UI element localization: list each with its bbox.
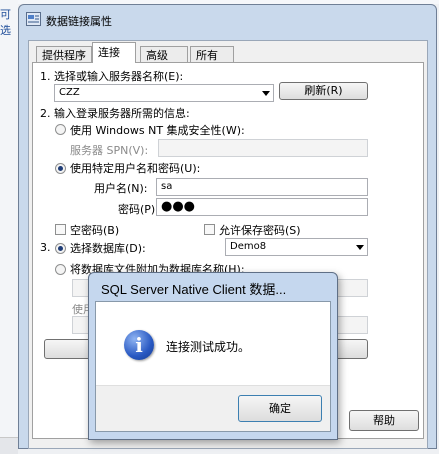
dialog-title: 数据链接属性: [46, 15, 112, 28]
select-database-radio[interactable]: [55, 243, 66, 254]
blank-password-label[interactable]: 空密码(B): [70, 222, 119, 238]
password-input[interactable]: ●●●: [156, 198, 368, 216]
step3-number: 3.: [40, 241, 51, 254]
refresh-label: 刷新(R): [304, 84, 343, 97]
step2-label: 2. 输入登录服务器所需的信息:: [40, 107, 190, 120]
attach-file-radio[interactable]: [55, 264, 66, 275]
blank-password-checkbox[interactable]: [55, 224, 66, 235]
server-name-combo[interactable]: CZZ: [54, 84, 274, 102]
tab-advanced[interactable]: 高级: [140, 46, 188, 63]
username-input[interactable]: sa: [156, 178, 368, 196]
windows-auth-label[interactable]: 使用 Windows NT 集成安全性(W):: [70, 122, 245, 138]
dialog-title-bar[interactable]: 数据链接属性: [19, 5, 436, 35]
select-database-label[interactable]: 选择数据库(D):: [70, 240, 146, 256]
message-box-title[interactable]: SQL Server Native Client 数据...: [101, 279, 286, 298]
background-scrollbar[interactable]: [0, 437, 18, 454]
message-box-footer: 确定: [96, 385, 330, 431]
ok-label: 确定: [269, 402, 291, 415]
refresh-button[interactable]: 刷新(R): [279, 82, 368, 100]
data-link-app-icon: [26, 12, 41, 26]
tab-connection[interactable]: 连接: [92, 42, 136, 63]
tab-all[interactable]: 所有: [190, 46, 234, 63]
username-label: 用户名(N):: [94, 182, 148, 195]
windows-auth-radio[interactable]: [55, 124, 66, 135]
info-icon: i: [124, 330, 154, 360]
password-value: ●●●: [161, 199, 196, 214]
help-label: 帮助: [373, 414, 395, 427]
server-name-value: CZZ: [59, 87, 80, 98]
password-label: 密码(P):: [118, 203, 159, 216]
sql-auth-radio[interactable]: [55, 163, 66, 174]
background-app-left: 可选: [0, 0, 18, 453]
allow-save-password-label[interactable]: 允许保存密码(S): [219, 222, 301, 238]
spn-input: [158, 139, 368, 157]
tab-provider[interactable]: 提供程序: [36, 46, 92, 63]
spn-label: 服务器 SPN(V):: [70, 144, 149, 157]
chevron-down-icon[interactable]: [356, 245, 364, 250]
background-left-text: 可选: [0, 8, 11, 37]
database-value: Demo8: [230, 241, 267, 252]
database-combo[interactable]: Demo8: [225, 238, 368, 256]
message-box: SQL Server Native Client 数据... i 连接测试成功。…: [88, 272, 338, 440]
message-box-body: i 连接测试成功。 确定: [95, 301, 331, 432]
ok-button[interactable]: 确定: [238, 395, 322, 422]
help-button[interactable]: 帮助: [349, 410, 419, 431]
sql-auth-label[interactable]: 使用特定用户名和密码(U):: [70, 160, 200, 176]
allow-save-password-checkbox[interactable]: [204, 224, 215, 235]
chevron-down-icon[interactable]: [262, 91, 270, 96]
username-value: sa: [161, 181, 173, 192]
message-text: 连接测试成功。: [166, 340, 251, 354]
step1-label: 1. 选择或输入服务器名称(E):: [40, 70, 184, 83]
